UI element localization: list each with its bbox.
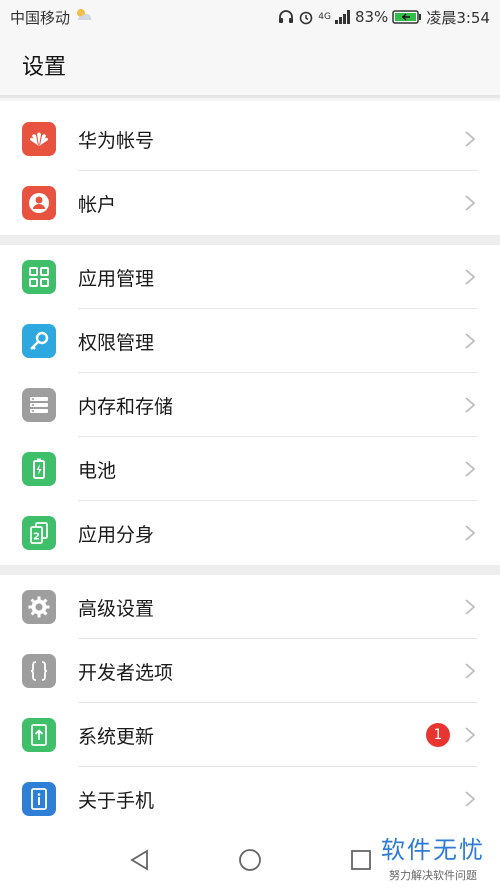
settings-item-label: 权限管理: [78, 331, 155, 354]
system-update-icon: [22, 718, 56, 752]
settings-item-developer-options[interactable]: 开发者选项: [0, 639, 500, 703]
status-bar: 中国移动 4G 83% 凌晨3:54: [0, 0, 500, 34]
chevron-right-icon: [465, 269, 476, 285]
storage-icon: [22, 388, 56, 422]
settings-item-label: 内存和存储: [78, 395, 174, 418]
group-gap: [0, 565, 500, 575]
headphones-icon: [278, 9, 294, 25]
chevron-right-icon: [465, 195, 476, 211]
huawei-logo-icon: [22, 122, 56, 156]
battery-charging-icon: [392, 10, 422, 24]
settings-item-app-management[interactable]: 应用管理: [0, 245, 500, 309]
chevron-right-icon: [465, 727, 476, 743]
settings-item-label: 关于手机: [78, 789, 155, 812]
settings-item-label: 华为帐号: [78, 129, 155, 152]
settings-item-account[interactable]: 帐户: [0, 171, 500, 235]
settings-item-storage[interactable]: 内存和存储: [0, 373, 500, 437]
back-icon[interactable]: [128, 848, 150, 872]
battery-percent: 83%: [354, 8, 389, 26]
chevron-right-icon: [465, 131, 476, 147]
clock-time: 凌晨3:54: [426, 8, 490, 27]
alarm-icon: [298, 9, 314, 25]
settings-item-advanced[interactable]: 高级设置: [0, 575, 500, 639]
settings-group-account: 华为帐号 帐户: [0, 107, 500, 235]
gear-icon: [22, 590, 56, 624]
chevron-right-icon: [465, 599, 476, 615]
settings-item-battery[interactable]: 电池: [0, 437, 500, 501]
app-twin-icon: 2: [22, 516, 56, 550]
info-icon: [22, 782, 56, 816]
settings-item-permissions[interactable]: 权限管理: [0, 309, 500, 373]
settings-item-label: 高级设置: [78, 597, 155, 620]
settings-list: 华为帐号 帐户 应用管理 权限管理 内存和存储 电池 2 应用分身 高级设置 开…: [0, 101, 500, 831]
group-gap: [0, 235, 500, 245]
settings-item-label: 应用管理: [78, 267, 155, 290]
svg-text:2: 2: [33, 532, 40, 543]
watermark-subtitle: 努力解决软件问题: [389, 868, 477, 882]
settings-item-label: 开发者选项: [78, 661, 174, 684]
home-icon[interactable]: [238, 848, 262, 872]
key-icon: [22, 324, 56, 358]
chevron-right-icon: [465, 333, 476, 349]
settings-item-about-phone[interactable]: 关于手机: [0, 767, 500, 831]
settings-item-huawei-id[interactable]: 华为帐号: [0, 107, 500, 171]
battery-icon: [22, 452, 56, 486]
chevron-right-icon: [465, 397, 476, 413]
watermark-title: 软件无忧: [381, 835, 485, 864]
recents-icon[interactable]: [350, 849, 372, 871]
chevron-right-icon: [465, 791, 476, 807]
settings-group-system: 高级设置 开发者选项 系统更新 1 关于手机: [0, 575, 500, 831]
chevron-right-icon: [465, 663, 476, 679]
page-title: 设置: [22, 54, 67, 80]
chevron-right-icon: [465, 525, 476, 541]
watermark: 软件无忧 努力解决软件问题: [374, 826, 492, 886]
settings-item-label: 应用分身: [78, 523, 155, 546]
braces-icon: [22, 654, 56, 688]
settings-item-system-update[interactable]: 系统更新 1: [0, 703, 500, 767]
weather-icon: [74, 7, 94, 27]
apps-grid-icon: [22, 260, 56, 294]
network-type: 4G: [318, 11, 331, 22]
carrier-name: 中国移动: [10, 8, 71, 27]
settings-item-label: 帐户: [78, 193, 117, 216]
account-icon: [22, 186, 56, 220]
settings-item-label: 电池: [78, 459, 117, 482]
update-count-badge: 1: [426, 723, 450, 747]
chevron-right-icon: [465, 461, 476, 477]
signal-icon: [334, 10, 351, 24]
settings-item-app-twin[interactable]: 2 应用分身: [0, 501, 500, 565]
title-bar: 设置: [0, 34, 500, 98]
settings-group-apps: 应用管理 权限管理 内存和存储 电池 2 应用分身: [0, 245, 500, 565]
